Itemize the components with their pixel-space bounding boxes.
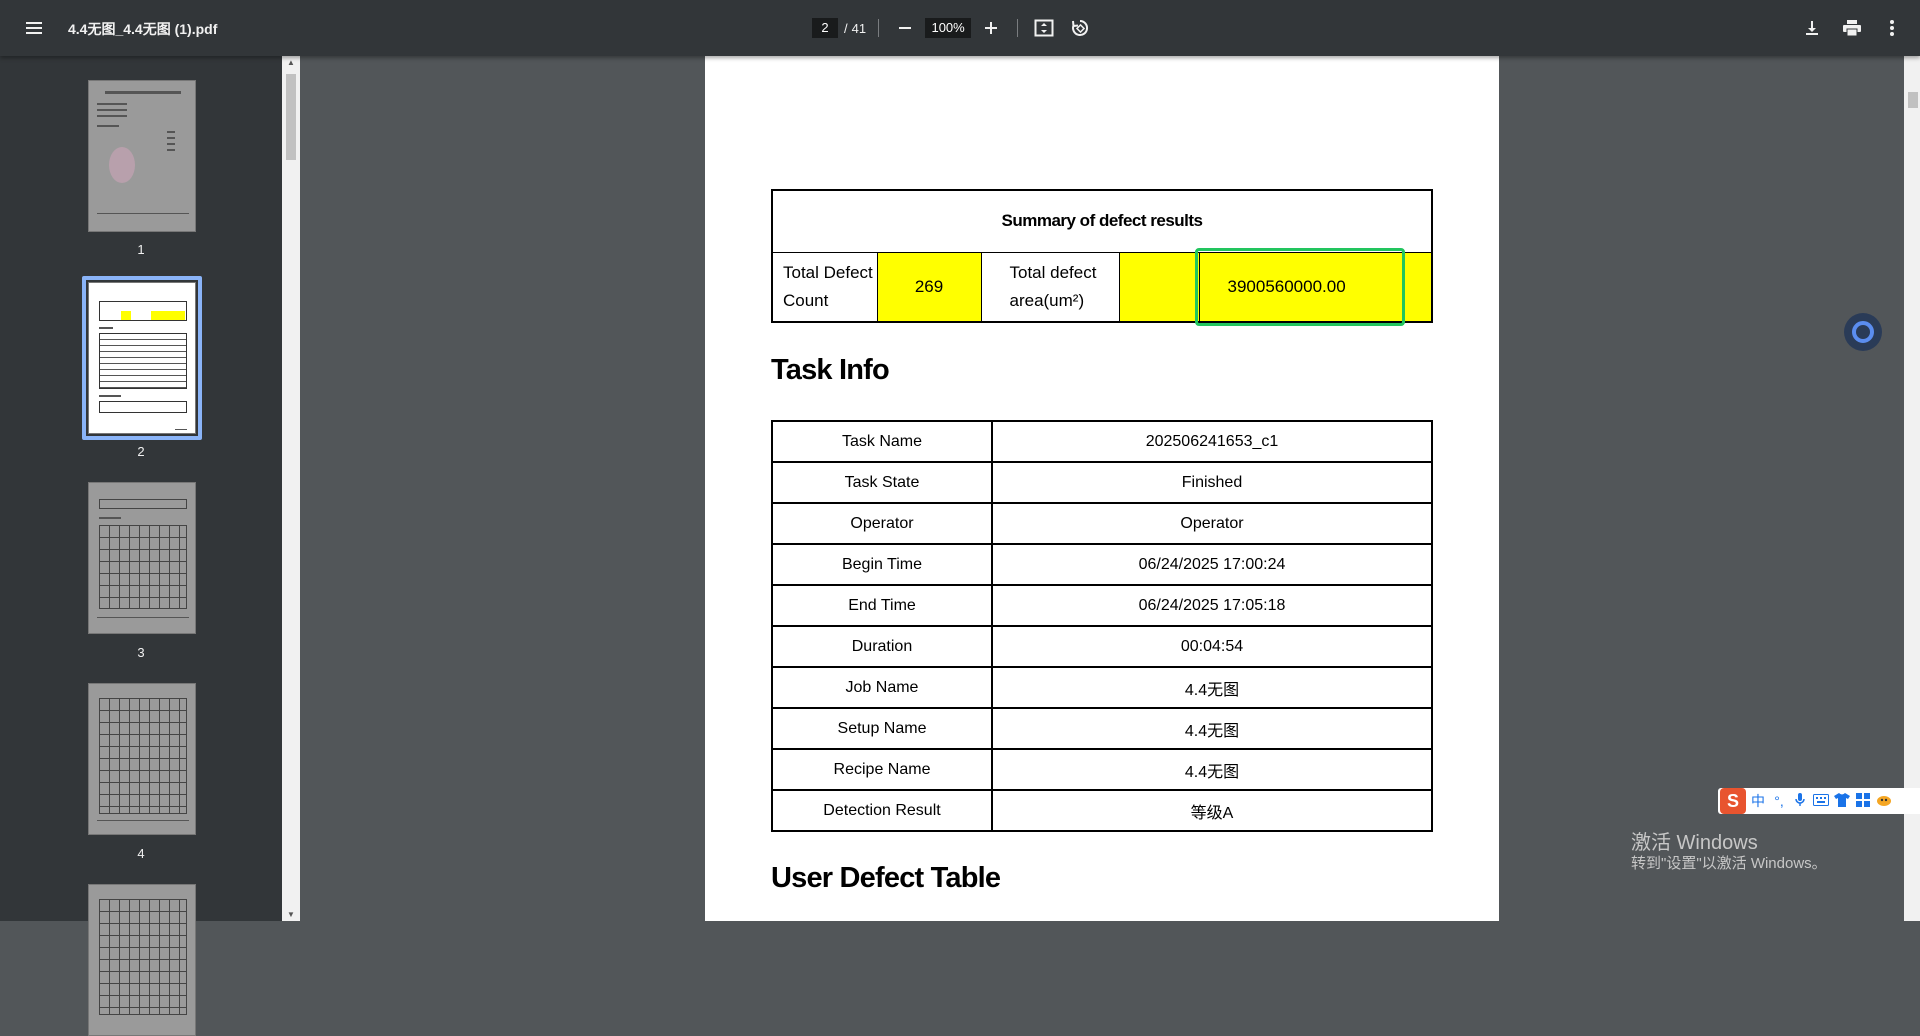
keyboard-icon[interactable]	[1812, 793, 1830, 809]
floating-assistant-button[interactable]	[1844, 313, 1882, 351]
task-info-key: Begin Time	[771, 543, 993, 586]
print-button[interactable]	[1838, 14, 1866, 42]
task-info-key: Duration	[771, 625, 993, 668]
more-vert-icon	[1890, 20, 1894, 36]
table-row: Task Name 202506241653_c1	[771, 420, 1433, 463]
toolbar-divider	[1017, 19, 1019, 37]
zoom-input[interactable]: 100%	[925, 18, 972, 38]
sidebar-scroll-thumb[interactable]	[286, 74, 296, 160]
mascot-icon[interactable]	[1875, 793, 1893, 810]
toolbar-divider	[878, 19, 880, 37]
thumbnail-page-4[interactable]	[88, 683, 196, 835]
ime-mode-toggle[interactable]: 中	[1749, 791, 1767, 811]
task-info-value: 00:04:54	[991, 625, 1433, 668]
zoom-out-button[interactable]	[891, 14, 919, 42]
thumbnail-page-5[interactable]	[88, 884, 196, 1036]
empty-yellow-cell	[1118, 251, 1200, 323]
task-info-value: 06/24/2025 17:00:24	[991, 543, 1433, 586]
print-icon	[1843, 20, 1861, 36]
rotate-icon	[1072, 19, 1089, 36]
download-icon	[1806, 21, 1818, 35]
page-controls: 2 / 41 100%	[812, 0, 1094, 56]
table-row: Setup Name 4.4无图	[771, 707, 1433, 750]
page-separator: /	[844, 20, 848, 36]
task-info-key: Task State	[771, 461, 993, 504]
total-defect-area-label: Total defect area(um²)	[980, 251, 1120, 323]
total-defect-count-label: Total Defect Count	[771, 251, 878, 323]
task-info-key: Recipe Name	[771, 748, 993, 791]
fit-page-button[interactable]	[1030, 14, 1058, 42]
task-info-table: Task Name 202506241653_c1 Task State Finis…	[771, 420, 1433, 832]
thumbnail-sidebar: 1 2 3 4	[0, 56, 282, 1036]
task-info-key: Detection Result	[771, 789, 993, 832]
rotate-button[interactable]	[1066, 14, 1094, 42]
table-row: Duration 00:04:54	[771, 625, 1433, 668]
task-info-heading: Task Info	[771, 354, 890, 386]
sogou-logo-icon[interactable]: S	[1720, 788, 1746, 814]
task-info-value: Operator	[991, 502, 1433, 545]
task-info-key: End Time	[771, 584, 993, 627]
table-row: Job Name 4.4无图	[771, 666, 1433, 709]
toolbar-actions	[1798, 0, 1906, 56]
task-info-value: 4.4无图	[991, 666, 1433, 709]
thumbnail-number: 4	[137, 846, 145, 861]
scroll-down-icon[interactable]: ▼	[287, 910, 295, 919]
table-row: Operator Operator	[771, 502, 1433, 545]
skin-shirt-icon[interactable]	[1833, 792, 1851, 810]
task-info-value: 06/24/2025 17:05:18	[991, 584, 1433, 627]
task-info-value: 202506241653_c1	[991, 420, 1433, 463]
thumbnail-page-3[interactable]	[88, 482, 196, 634]
total-defect-count-value: 269	[876, 251, 982, 323]
table-row: Detection Result 等级A	[771, 789, 1433, 832]
download-button[interactable]	[1798, 14, 1826, 42]
thumbnail-number: 2	[137, 444, 145, 459]
summary-title: Summary of defect results	[771, 189, 1433, 253]
task-info-key: Job Name	[771, 666, 993, 709]
wafer-map-image	[109, 147, 135, 183]
file-name: 4.4无图_4.4无图 (1).pdf	[68, 21, 218, 37]
microphone-icon[interactable]	[1791, 792, 1809, 810]
more-actions-button[interactable]	[1878, 14, 1906, 42]
punctuation-toggle[interactable]: °,	[1770, 793, 1788, 809]
thumbnail-number: 1	[137, 242, 145, 257]
thumbnail-page-2[interactable]	[88, 282, 196, 434]
task-info-key: Task Name	[771, 420, 993, 463]
menu-icon[interactable]	[22, 16, 46, 40]
activation-watermark-subtitle: 转到"设置"以激活 Windows。	[1631, 855, 1827, 872]
minus-icon	[899, 27, 912, 29]
table-row: Task State Finished	[771, 461, 1433, 504]
pdf-toolbar: 4.4无图_4.4无图 (1).pdf 2 / 41 100%	[0, 0, 1920, 56]
fit-page-icon	[1034, 19, 1054, 37]
zoom-in-button[interactable]	[977, 14, 1005, 42]
task-info-value: 等级A	[991, 789, 1433, 832]
pdf-page: Summary of defect results Total Defect C…	[705, 56, 1499, 921]
task-info-value: 4.4无图	[991, 748, 1433, 791]
task-info-value: 4.4无图	[991, 707, 1433, 750]
thumbnail-number: 3	[137, 645, 145, 660]
selection-highlight-box	[1195, 248, 1405, 326]
activation-watermark-title: 激活 Windows	[1631, 832, 1758, 854]
table-row: Recipe Name 4.4无图	[771, 748, 1433, 791]
ime-toolbar: S 中 °,	[1718, 788, 1920, 814]
user-defect-table-heading: User Defect Table	[771, 862, 1001, 894]
toolbox-grid-icon[interactable]	[1854, 792, 1872, 810]
page-total: 41	[851, 20, 867, 36]
task-info-key: Setup Name	[771, 707, 993, 750]
task-info-key: Operator	[771, 502, 993, 545]
assistant-ring-icon	[1852, 321, 1874, 343]
thumbnail-page-1[interactable]	[88, 80, 196, 232]
document-scroll-thumb[interactable]	[1908, 92, 1918, 108]
sidebar-scrollbar[interactable]: ▲ ▼	[282, 56, 300, 921]
table-row: Begin Time 06/24/2025 17:00:24	[771, 543, 1433, 586]
scroll-up-icon[interactable]: ▲	[287, 58, 295, 67]
task-info-value: Finished	[991, 461, 1433, 504]
table-row: End Time 06/24/2025 17:05:18	[771, 584, 1433, 627]
page-number-input[interactable]: 2	[812, 18, 838, 38]
plus-icon	[985, 22, 998, 34]
